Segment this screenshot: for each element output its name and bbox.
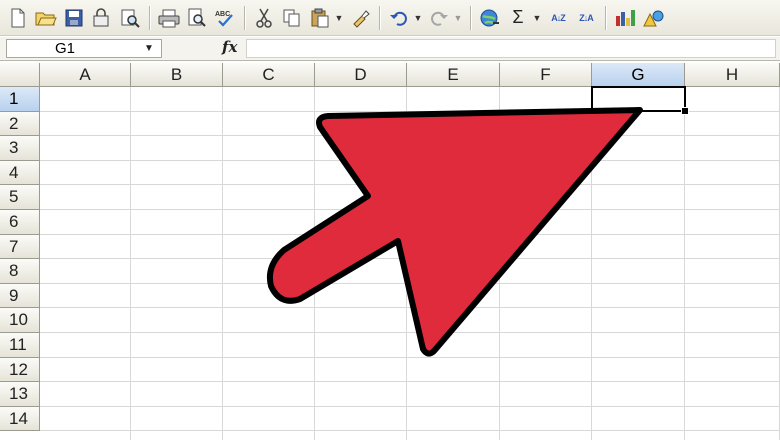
arrow-shape (266, 107, 643, 357)
pointer-arrow-annotation (266, 107, 643, 357)
